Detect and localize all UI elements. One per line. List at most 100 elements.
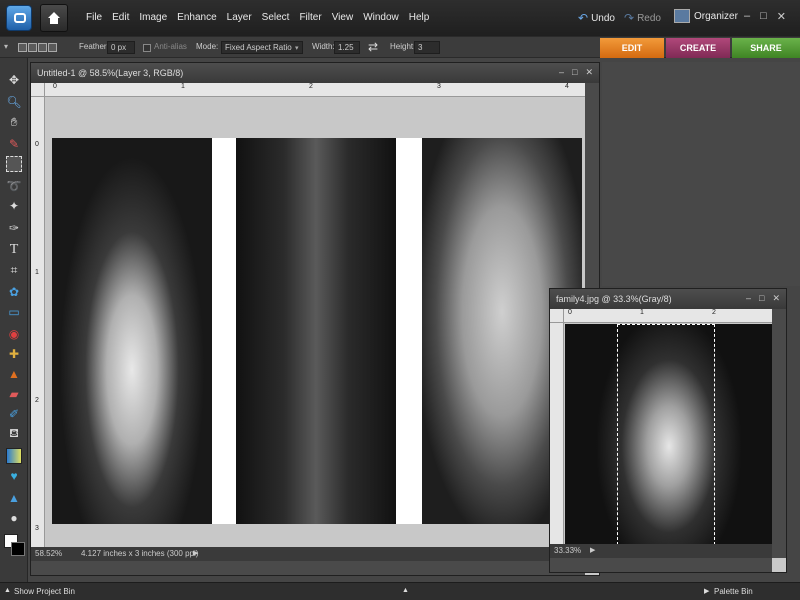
subtract-selection-icon[interactable] xyxy=(38,43,47,52)
height-input[interactable]: 3 xyxy=(414,41,440,54)
chevron-up-icon[interactable]: ▲ xyxy=(4,587,11,594)
menu-filter[interactable]: Filter xyxy=(299,12,321,23)
doc1-horizontal-scrollbar[interactable] xyxy=(31,561,585,575)
quick-selection-tool-icon[interactable]: ✑ xyxy=(6,220,22,236)
camera-icon[interactable] xyxy=(6,5,32,31)
photo-family4[interactable] xyxy=(565,324,773,546)
maximize-icon[interactable]: □ xyxy=(759,293,764,304)
home-button[interactable] xyxy=(40,4,68,32)
redo-label: Redo xyxy=(637,12,661,24)
image-canvas[interactable] xyxy=(52,138,582,524)
minimize-icon[interactable]: – xyxy=(746,293,751,304)
red-eye-tool-icon[interactable]: ◉ xyxy=(6,326,22,342)
close-icon[interactable]: ✕ xyxy=(772,293,780,304)
menu-help[interactable]: Help xyxy=(409,12,430,23)
doc1-zoom[interactable]: 58.52% xyxy=(35,549,62,558)
play-icon[interactable]: ▶ xyxy=(193,549,198,557)
maximize-icon[interactable]: □ xyxy=(572,67,577,78)
antialias-checkbox[interactable] xyxy=(143,44,151,52)
menu-bar: File Edit Image Enhance Layer Select Fil… xyxy=(0,0,800,36)
new-selection-icon[interactable] xyxy=(18,43,27,52)
sponge-tool-icon[interactable]: ● xyxy=(6,510,22,526)
tab-share[interactable]: SHARE xyxy=(732,38,800,58)
organizer-button[interactable]: Organizer xyxy=(674,9,738,23)
close-icon[interactable]: ✕ xyxy=(585,67,593,78)
doc1-info: 4.127 inches x 3 inches (300 ppi) xyxy=(81,549,199,558)
menu-image[interactable]: Image xyxy=(139,12,167,23)
organizer-icon xyxy=(674,9,690,23)
straighten-tool-icon[interactable]: ▭ xyxy=(6,304,22,320)
menu-file[interactable]: File xyxy=(86,12,102,23)
horizontal-ruler[interactable]: 0 1 2 xyxy=(564,309,772,323)
add-selection-icon[interactable] xyxy=(28,43,37,52)
magic-wand-tool-icon[interactable]: ✦ xyxy=(6,198,22,214)
paint-bucket-tool-icon[interactable]: ⛾ xyxy=(6,426,22,442)
eyedropper-tool-icon[interactable]: ✎ xyxy=(6,136,22,152)
photo-girl-in-dress[interactable] xyxy=(52,138,212,524)
doc1-titlebar[interactable]: Untitled-1 @ 58.5%(Layer 3, RGB/8) – □ ✕ xyxy=(31,63,599,83)
palette-bin-button[interactable]: Palette Bin xyxy=(714,587,753,596)
chevron-right-icon[interactable]: ▶ xyxy=(704,587,709,595)
tab-edit[interactable]: EDIT xyxy=(600,38,664,58)
blur-tool-icon[interactable]: ▲ xyxy=(6,490,22,506)
document-window-untitled-1[interactable]: Untitled-1 @ 58.5%(Layer 3, RGB/8) – □ ✕ 0… xyxy=(30,62,600,576)
canvas-area[interactable] xyxy=(46,98,587,549)
doc2-horizontal-scrollbar[interactable] xyxy=(550,558,772,572)
menu-window[interactable]: Window xyxy=(363,12,399,23)
feather-input[interactable]: 0 px xyxy=(107,41,135,54)
tab-create[interactable]: CREATE xyxy=(666,38,730,58)
minimize-icon[interactable]: – xyxy=(559,67,564,78)
options-menu-icon[interactable]: ▾ xyxy=(4,42,8,51)
ruler-h-label: 4 xyxy=(565,83,569,90)
document-window-family4[interactable]: family4.jpg @ 33.3%(Gray/8) – □ ✕ 0 1 2 33… xyxy=(549,288,787,573)
type-tool-icon[interactable]: T xyxy=(6,242,22,258)
gradient-tool-icon[interactable] xyxy=(6,448,22,464)
horizontal-ruler[interactable]: 0 1 2 3 4 xyxy=(45,83,585,97)
main-menu: File Edit Image Enhance Layer Select Fil… xyxy=(86,12,429,23)
photo-graduate[interactable] xyxy=(236,138,396,524)
vertical-ruler[interactable]: 0 1 2 3 xyxy=(31,97,45,547)
doc2-zoom[interactable]: 33.33% xyxy=(554,546,581,555)
move-tool-icon[interactable]: ✥ xyxy=(6,72,22,88)
clone-stamp-tool-icon[interactable]: ▲ xyxy=(6,366,22,382)
ruler-v-label: 0 xyxy=(35,141,39,148)
feather-label: Feather: xyxy=(79,42,109,51)
eraser-tool-icon[interactable]: ▰ xyxy=(6,386,22,402)
mode-select[interactable]: Fixed Aspect Ratio xyxy=(221,41,303,54)
menu-edit[interactable]: Edit xyxy=(112,12,129,23)
menu-enhance[interactable]: Enhance xyxy=(177,12,216,23)
shape-tool-icon[interactable]: ♥ xyxy=(6,468,22,484)
redo-button[interactable]: ↷ Redo xyxy=(624,11,661,25)
doc2-titlebar[interactable]: family4.jpg @ 33.3%(Gray/8) – □ ✕ xyxy=(550,289,786,309)
background-color-swatch[interactable] xyxy=(11,542,25,556)
doc2-vertical-scrollbar[interactable] xyxy=(772,309,786,558)
crop-tool-icon[interactable]: ⌗ xyxy=(6,262,22,278)
width-input[interactable]: 1.25 xyxy=(334,41,360,54)
vertical-ruler[interactable] xyxy=(550,323,564,544)
menu-layer[interactable]: Layer xyxy=(227,12,252,23)
selection-marquee[interactable] xyxy=(617,324,715,545)
brush-tool-icon[interactable]: ✐ xyxy=(6,406,22,422)
chevron-up-icon[interactable]: ▲ xyxy=(402,587,409,594)
hand-tool-icon[interactable]: ✋︎ xyxy=(6,114,22,130)
intersect-selection-icon[interactable] xyxy=(48,43,57,52)
close-icon[interactable]: ✕ xyxy=(777,10,786,23)
home-icon xyxy=(48,12,60,24)
chevron-down-icon: ▾ xyxy=(295,45,299,52)
undo-button[interactable]: ↶ Undo xyxy=(578,11,615,25)
menu-select[interactable]: Select xyxy=(262,12,290,23)
healing-brush-tool-icon[interactable]: ✚ xyxy=(6,346,22,362)
swap-icon[interactable]: ⇄ xyxy=(368,40,378,54)
selection-mode-icons[interactable] xyxy=(18,43,57,52)
maximize-icon[interactable]: □ xyxy=(760,10,767,23)
menu-view[interactable]: View xyxy=(332,12,354,23)
play-icon[interactable]: ▶ xyxy=(590,546,595,554)
lasso-tool-icon[interactable]: ➰ xyxy=(6,178,22,194)
zoom-tool-icon[interactable]: 🔍︎ xyxy=(6,94,22,110)
rectangular-marquee-tool-icon[interactable] xyxy=(6,156,22,172)
ruler-corner xyxy=(31,83,45,97)
antialias-label: Anti-alias xyxy=(154,42,187,51)
show-project-bin-button[interactable]: Show Project Bin xyxy=(14,587,75,596)
cookie-cutter-tool-icon[interactable]: ✿ xyxy=(6,284,22,300)
minimize-icon[interactable]: – xyxy=(744,10,750,23)
